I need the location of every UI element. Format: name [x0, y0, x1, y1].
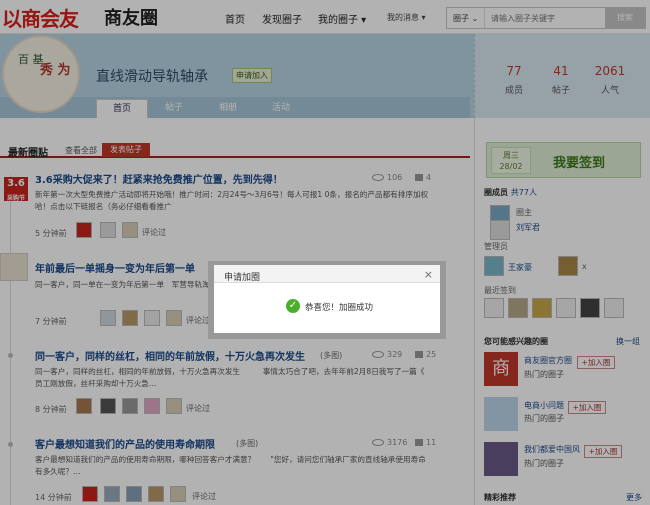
dialog-message: 恭喜您！加圈成功 [305, 303, 374, 313]
dialog-title: 申请加圈 [214, 265, 440, 283]
modal-overlay [0, 0, 650, 505]
check-icon: ✓ [286, 299, 300, 313]
join-dialog: 申请加圈 × ✓ 恭喜您！加圈成功 [214, 265, 440, 333]
close-icon[interactable]: × [424, 268, 433, 281]
